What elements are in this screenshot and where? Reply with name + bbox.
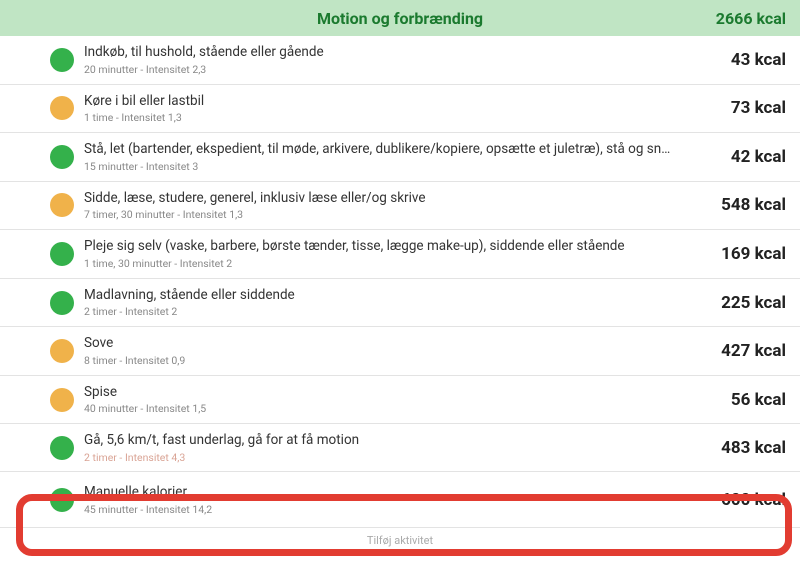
activity-title: Gå, 5,6 km/t, fast underlag, gå for at f… xyxy=(84,432,705,450)
activity-title: Pleje sig selv (vaske, barbere, børste t… xyxy=(84,238,705,256)
activity-body: Køre i bil eller lastbil 1 time - Intens… xyxy=(50,93,715,125)
activity-subtitle: 7 timer, 30 minutter - Intensitet 1,3 xyxy=(84,208,705,221)
activity-kcal: 548 kcal xyxy=(705,195,786,215)
activity-title: Sove xyxy=(84,335,705,353)
panel-total: 2666 kcal xyxy=(716,9,786,28)
activity-row[interactable]: Sidde, læse, studere, generel, inklusiv … xyxy=(0,182,800,231)
panel-header: Motion og forbrænding 2666 kcal xyxy=(0,0,800,36)
activity-body: Gå, 5,6 km/t, fast underlag, gå for at f… xyxy=(50,432,705,464)
activity-row[interactable]: Sove 8 timer - Intensitet 0,9 427 kcal xyxy=(0,327,800,376)
activity-subtitle: 45 minutter - Intensitet 14,2 xyxy=(84,503,705,516)
intensity-dot-icon xyxy=(50,193,74,217)
activity-row[interactable]: Manuelle kalorier 45 minutter - Intensit… xyxy=(0,472,800,528)
activity-body: Spise 40 minutter - Intensitet 1,5 xyxy=(50,384,715,416)
activity-body: Madlavning, stående eller siddende 2 tim… xyxy=(50,287,705,319)
panel-title: Motion og forbrænding xyxy=(317,9,483,28)
activity-body: Manuelle kalorier 45 minutter - Intensit… xyxy=(50,484,705,516)
intensity-dot-icon xyxy=(50,48,74,72)
activity-kcal: 73 kcal xyxy=(715,98,786,118)
activity-subtitle: 20 minutter - Intensitet 2,3 xyxy=(84,63,715,76)
activity-kcal: 225 kcal xyxy=(705,293,786,313)
activity-body: Sove 8 timer - Intensitet 0,9 xyxy=(50,335,705,367)
activity-subtitle: 8 timer - Intensitet 0,9 xyxy=(84,354,705,367)
activity-kcal: 600 kcal xyxy=(705,490,786,510)
intensity-dot-icon xyxy=(50,488,74,512)
intensity-dot-icon xyxy=(50,96,74,120)
activity-subtitle: 2 timer - Intensitet 4,3 xyxy=(84,451,705,464)
activity-title: Sidde, læse, studere, generel, inklusiv … xyxy=(84,190,705,208)
activity-subtitle: 40 minutter - Intensitet 1,5 xyxy=(84,402,715,415)
intensity-dot-icon xyxy=(50,339,74,363)
activity-row[interactable]: Køre i bil eller lastbil 1 time - Intens… xyxy=(0,85,800,134)
intensity-dot-icon xyxy=(50,388,74,412)
activity-title: Stå, let (bartender, ekspedient, til mød… xyxy=(84,141,715,159)
activity-body: Pleje sig selv (vaske, barbere, børste t… xyxy=(50,238,705,270)
activity-kcal: 169 kcal xyxy=(705,244,786,264)
intensity-dot-icon xyxy=(50,145,74,169)
activity-body: Indkøb, til hushold, stående eller gåend… xyxy=(50,44,715,76)
activity-title: Spise xyxy=(84,384,715,402)
intensity-dot-icon xyxy=(50,436,74,460)
activity-subtitle: 15 minutter - Intensitet 3 xyxy=(84,160,715,173)
activity-panel: Motion og forbrænding 2666 kcal Indkøb, … xyxy=(0,0,800,547)
activity-kcal: 56 kcal xyxy=(715,390,786,410)
activity-kcal: 427 kcal xyxy=(705,341,786,361)
add-activity-button[interactable]: Tilføj aktivitet xyxy=(0,528,800,547)
activity-subtitle: 1 time, 30 minutter - Intensitet 2 xyxy=(84,257,705,270)
activity-body: Stå, let (bartender, ekspedient, til mød… xyxy=(50,141,715,173)
intensity-dot-icon xyxy=(50,291,74,315)
activity-title: Køre i bil eller lastbil xyxy=(84,93,715,111)
activity-title: Indkøb, til hushold, stående eller gåend… xyxy=(84,44,715,62)
intensity-dot-icon xyxy=(50,242,74,266)
activity-list: Indkøb, til hushold, stående eller gåend… xyxy=(0,36,800,528)
activity-title: Madlavning, stående eller siddende xyxy=(84,287,705,305)
activity-row[interactable]: Indkøb, til hushold, stående eller gåend… xyxy=(0,36,800,85)
activity-row[interactable]: Spise 40 minutter - Intensitet 1,5 56 kc… xyxy=(0,376,800,425)
activity-row[interactable]: Gå, 5,6 km/t, fast underlag, gå for at f… xyxy=(0,424,800,472)
activity-row[interactable]: Stå, let (bartender, ekspedient, til mød… xyxy=(0,133,800,182)
activity-body: Sidde, læse, studere, generel, inklusiv … xyxy=(50,190,705,222)
activity-row[interactable]: Pleje sig selv (vaske, barbere, børste t… xyxy=(0,230,800,279)
activity-subtitle: 1 time - Intensitet 1,3 xyxy=(84,111,715,124)
activity-kcal: 483 kcal xyxy=(705,438,786,458)
activity-subtitle: 2 timer - Intensitet 2 xyxy=(84,305,705,318)
activity-title: Manuelle kalorier xyxy=(84,484,705,502)
activity-kcal: 43 kcal xyxy=(715,50,786,70)
activity-row[interactable]: Madlavning, stående eller siddende 2 tim… xyxy=(0,279,800,328)
activity-kcal: 42 kcal xyxy=(715,147,786,167)
